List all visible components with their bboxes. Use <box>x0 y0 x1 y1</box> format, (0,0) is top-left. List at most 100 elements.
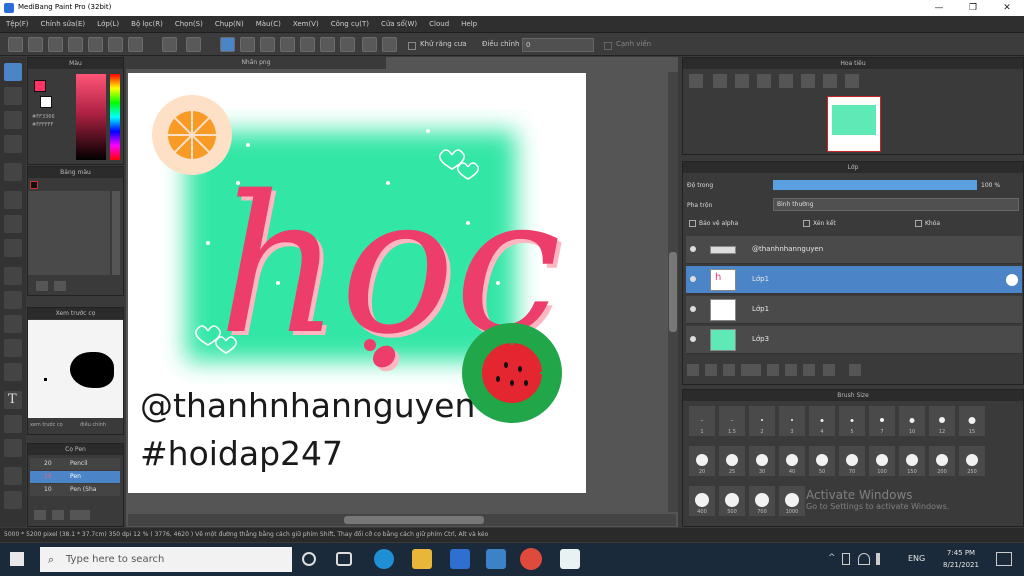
duplicate-layer-icon[interactable] <box>785 364 797 376</box>
edge-checkbox[interactable] <box>604 42 612 50</box>
pen-tool-icon[interactable] <box>4 467 22 485</box>
navigator-thumbnail[interactable] <box>827 96 881 152</box>
snap-off-icon[interactable] <box>220 37 235 52</box>
task-view-icon[interactable] <box>336 552 352 566</box>
brush-size-option[interactable]: 3 <box>779 406 805 436</box>
mail-icon[interactable] <box>486 549 506 569</box>
palette-scrollbar[interactable] <box>112 191 120 275</box>
lasso-tool-icon[interactable] <box>4 291 22 309</box>
medibang-taskbar-icon[interactable] <box>560 549 580 569</box>
store-icon[interactable] <box>450 549 470 569</box>
fit-icon[interactable] <box>735 74 749 88</box>
check-tool-icon[interactable] <box>4 135 22 153</box>
snap-grid-icon[interactable] <box>260 37 275 52</box>
snap-perspective-icon[interactable] <box>340 37 355 52</box>
brush-size-option[interactable]: 250 <box>959 446 985 476</box>
color-saturation-square[interactable] <box>76 74 106 160</box>
layer-row[interactable]: Lớp1 <box>686 296 1022 324</box>
menu-view[interactable]: Xem(V) <box>287 16 325 33</box>
language-indicator[interactable]: ENG <box>908 554 925 563</box>
notification-icon[interactable] <box>996 552 1012 566</box>
brush-size-option[interactable]: 30 <box>749 446 775 476</box>
dot-tool-icon[interactable] <box>4 111 22 129</box>
rotate-right-icon[interactable] <box>823 74 837 88</box>
move-tool-icon[interactable] <box>4 163 22 181</box>
menu-color[interactable]: Màu(C) <box>250 16 287 33</box>
snap-parallel-icon[interactable] <box>240 37 255 52</box>
select-pen-icon[interactable] <box>4 339 22 357</box>
file-explorer-icon[interactable] <box>412 549 432 569</box>
brush-size-option[interactable]: 1 <box>689 406 715 436</box>
magic-wand-icon[interactable] <box>4 315 22 333</box>
primary-color-swatch[interactable] <box>34 80 46 92</box>
menu-file[interactable]: Tệp(F) <box>0 16 35 33</box>
visibility-eye-icon[interactable] <box>690 276 696 282</box>
secondary-color-swatch[interactable] <box>40 96 52 108</box>
brush-menu-icon[interactable] <box>70 510 90 520</box>
brush-size-option[interactable]: 4 <box>809 406 835 436</box>
actual-size-icon[interactable] <box>757 74 771 88</box>
brush-item[interactable]: 10 Pen (Sha <box>30 484 120 496</box>
brush-item-selected[interactable]: 15 Pen <box>30 471 120 483</box>
brush-size-option[interactable]: 20 <box>689 446 715 476</box>
snap-toggle-icon[interactable] <box>382 37 397 52</box>
visibility-eye-icon[interactable] <box>690 306 696 312</box>
brush-size-option[interactable]: 700 <box>749 486 775 516</box>
redo-icon[interactable] <box>186 37 201 52</box>
vertical-scroll-thumb[interactable] <box>669 252 677 332</box>
layer-row-selected[interactable]: h Lớp1 <box>686 266 1022 294</box>
close-button[interactable]: ✕ <box>990 0 1024 16</box>
snap-circle-icon[interactable] <box>300 37 315 52</box>
fill-rect-tool-icon[interactable] <box>4 191 22 209</box>
undo-icon[interactable] <box>162 37 177 52</box>
menu-help[interactable]: Help <box>455 16 483 33</box>
menu-window[interactable]: Cửa sổ(W) <box>375 16 423 33</box>
wifi-icon[interactable] <box>858 553 870 565</box>
gradient-tool-icon[interactable] <box>4 239 22 257</box>
new-halftone-layer-icon[interactable] <box>705 364 717 376</box>
chat-icon[interactable] <box>68 37 83 52</box>
brush-size-option[interactable]: 500 <box>719 486 745 516</box>
folder-icon[interactable] <box>767 364 779 376</box>
visibility-eye-icon[interactable] <box>690 336 696 342</box>
home-icon[interactable] <box>28 37 43 52</box>
antialias-checkbox[interactable] <box>408 42 416 50</box>
volume-icon[interactable] <box>876 553 888 565</box>
menu-cloud[interactable]: Cloud <box>423 16 455 33</box>
canvas-vertical-scrollbar[interactable] <box>668 72 678 512</box>
correction-select[interactable]: 0 <box>522 38 594 52</box>
page-alt-icon[interactable] <box>108 37 123 52</box>
brush-size-option[interactable]: 200 <box>929 446 955 476</box>
menu-edit[interactable]: Chỉnh sửa(E) <box>35 16 92 33</box>
blend-mode-select[interactable]: Bình thường <box>773 198 1019 211</box>
zoom-out-icon[interactable] <box>713 74 727 88</box>
page-icon[interactable] <box>88 37 103 52</box>
new-layer-icon[interactable] <box>687 364 699 376</box>
horizontal-scroll-thumb[interactable] <box>344 516 484 524</box>
hue-slider[interactable] <box>110 74 120 160</box>
zoom-in-icon[interactable] <box>689 74 703 88</box>
maximize-button[interactable]: ❐ <box>956 0 990 16</box>
brush-size-option[interactable]: 15 <box>959 406 985 436</box>
snap-radial-icon[interactable] <box>280 37 295 52</box>
snap-settings-icon[interactable] <box>362 37 377 52</box>
chrome-icon[interactable] <box>520 548 542 570</box>
delete-palette-icon[interactable] <box>54 281 66 291</box>
merge-layer-icon[interactable] <box>803 364 815 376</box>
select-eraser-icon[interactable] <box>4 363 22 381</box>
menu-layer[interactable]: Lớp(L) <box>91 16 125 33</box>
brush-tool-icon[interactable] <box>4 63 22 81</box>
lock-checkbox[interactable] <box>915 220 922 227</box>
brush-size-option[interactable]: 100 <box>869 446 895 476</box>
palette-swatch[interactable] <box>30 181 38 189</box>
text-tool-icon[interactable]: T <box>4 391 22 409</box>
brush-size-option[interactable]: 7 <box>869 406 895 436</box>
battery-icon[interactable] <box>842 553 850 565</box>
opacity-slider[interactable] <box>773 180 977 190</box>
save-icon[interactable] <box>128 37 143 52</box>
taskbar-clock[interactable]: 7:45 PM 8/21/2021 <box>936 547 986 571</box>
layer-menu-icon[interactable] <box>741 364 761 376</box>
copy-brush-icon[interactable] <box>52 510 64 520</box>
new-file-icon[interactable] <box>8 37 23 52</box>
canvas-horizontal-scrollbar[interactable] <box>128 514 676 526</box>
